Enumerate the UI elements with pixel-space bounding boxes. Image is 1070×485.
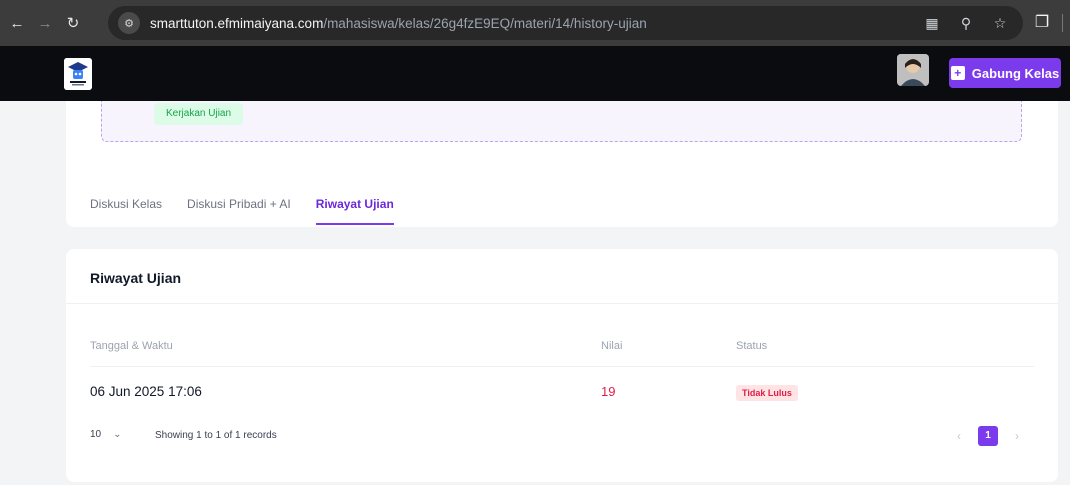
reload-icon[interactable]: ↻ xyxy=(62,12,84,34)
page-button-current[interactable]: 1 xyxy=(978,426,998,446)
column-header-score[interactable]: Nilai xyxy=(601,340,622,352)
join-class-button[interactable]: + Gabung Kelas xyxy=(949,58,1061,88)
plus-icon: + xyxy=(950,66,965,80)
cell-score: 19 xyxy=(601,384,616,399)
tab-class-discussion[interactable]: Diskusi Kelas xyxy=(90,197,162,225)
per-page-value: 10 xyxy=(90,429,102,440)
card-divider xyxy=(66,303,1058,304)
user-avatar[interactable] xyxy=(897,54,929,86)
cell-date: 06 Jun 2025 17:06 xyxy=(90,384,202,399)
header-divider xyxy=(90,366,1034,367)
back-icon[interactable]: ← xyxy=(6,12,28,34)
logo-graphic xyxy=(64,58,92,90)
pagination: ‹ 1 › xyxy=(952,426,1024,446)
card-title: Riwayat Ujian xyxy=(90,270,182,286)
exam-panel: Kerjakan Ujian xyxy=(101,101,1022,142)
url-host: smarttuton.efmimaiyana.com xyxy=(150,15,324,31)
app-logo[interactable] xyxy=(64,58,92,90)
chevron-left-icon[interactable]: ‹ xyxy=(952,429,966,443)
bookmark-star-icon[interactable]: ☆ xyxy=(991,15,1009,32)
avatar-graphic xyxy=(897,54,929,86)
address-bar[interactable]: ⚙ smarttuton.efmimaiyana.com/mahasiswa/k… xyxy=(108,6,1023,40)
join-class-label: Gabung Kelas xyxy=(971,65,1060,81)
translate-icon[interactable]: ▦ xyxy=(923,15,941,32)
chevron-down-icon: ⌄ xyxy=(113,429,122,440)
extensions-icon[interactable]: ❐ xyxy=(1030,12,1054,34)
app-header: + Gabung Kelas xyxy=(0,46,1070,101)
zoom-icon[interactable]: ⚲ xyxy=(957,15,975,32)
browser-toolbar: ← → ↻ ⚙ smarttuton.efmimaiyana.com/mahas… xyxy=(0,0,1070,46)
toolbar-divider xyxy=(1062,14,1063,32)
site-info-icon[interactable]: ⚙ xyxy=(118,12,140,34)
tab-exam-history[interactable]: Riwayat Ujian xyxy=(315,197,394,225)
url-text[interactable]: smarttuton.efmimaiyana.com/mahasiswa/kel… xyxy=(150,16,647,31)
tab-bar: Diskusi Kelas Diskusi Pribadi + AI Riway… xyxy=(90,197,419,225)
exam-history-card: Riwayat Ujian Tanggal & Waktu Nilai Stat… xyxy=(66,249,1058,482)
forward-icon[interactable]: → xyxy=(34,12,56,34)
tab-private-discussion-ai[interactable]: Diskusi Pribadi + AI xyxy=(187,197,291,225)
status-badge: Tidak Lulus xyxy=(736,385,798,401)
material-card: Kerjakan Ujian Diskusi Kelas Diskusi Pri… xyxy=(66,101,1058,227)
per-page-select[interactable]: 10 ⌄ xyxy=(90,429,122,440)
records-info: Showing 1 to 1 of 1 records xyxy=(155,430,277,441)
column-header-date[interactable]: Tanggal & Waktu xyxy=(90,340,173,352)
column-header-status[interactable]: Status xyxy=(736,340,767,352)
chevron-right-icon[interactable]: › xyxy=(1010,429,1024,443)
url-path: /mahasiswa/kelas/26g4fzE9EQ/materi/14/hi… xyxy=(323,15,647,31)
start-exam-button[interactable]: Kerjakan Ujian xyxy=(154,103,244,125)
